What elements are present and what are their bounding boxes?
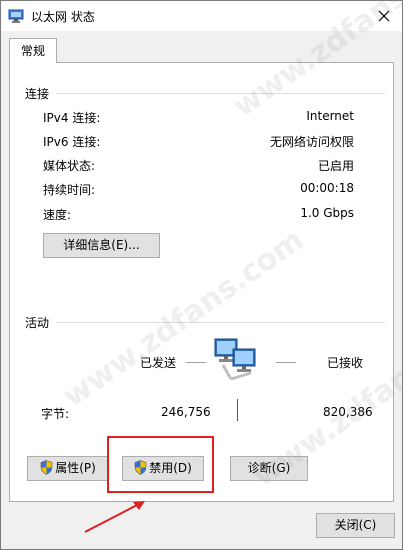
tab-general[interactable]: 常规 — [9, 38, 57, 63]
details-button[interactable]: 详细信息(E)... — [43, 233, 160, 258]
media-state-value: 已启用 — [317, 159, 354, 173]
activity-divider — [56, 322, 385, 323]
window-title: 以太网 状态 — [31, 10, 95, 24]
ipv6-value: 无网络访问权限 — [269, 135, 354, 149]
sent-line — [186, 362, 206, 363]
media-state-label: 媒体状态: — [43, 159, 96, 173]
uac-shield-icon — [40, 460, 53, 475]
uac-shield-icon — [134, 460, 147, 475]
diagnose-button[interactable]: 诊断(G) — [230, 456, 308, 481]
bytes-label: 字节: — [41, 407, 70, 421]
received-label: 已接收 — [327, 356, 364, 370]
general-panel: 连接 IPv4 连接: Internet IPv6 连接: 无网络访问权限 媒体… — [9, 62, 394, 502]
ipv6-label: IPv6 连接: — [43, 135, 101, 149]
received-line — [276, 362, 296, 363]
bytes-sent-value: 246,756 — [161, 405, 211, 419]
ipv4-value: Internet — [306, 109, 354, 123]
disable-button[interactable]: 禁用(D) — [122, 456, 204, 481]
ipv4-label: IPv4 连接: — [43, 111, 101, 125]
close-button[interactable]: 关闭(C) — [316, 513, 395, 538]
connection-heading: 连接 — [25, 87, 50, 101]
network-adapter-icon — [8, 9, 24, 23]
properties-button[interactable]: 属性(P) — [27, 456, 109, 481]
sent-label: 已发送 — [140, 356, 177, 370]
speed-value: 1.0 Gbps — [300, 206, 354, 220]
properties-button-label: 属性(P) — [55, 461, 96, 475]
speed-label: 速度: — [43, 208, 72, 222]
network-status-window: 以太网 状态 常规 连接 IPv4 连接: Internet IPv6 连接: … — [0, 0, 403, 550]
duration-label: 持续时间: — [43, 183, 96, 197]
close-icon[interactable] — [372, 4, 396, 28]
title-bar: 以太网 状态 — [1, 1, 402, 31]
bytes-divider — [237, 399, 238, 421]
red-arrow-annotation — [84, 501, 145, 533]
activity-heading: 活动 — [25, 316, 50, 330]
duration-value: 00:00:18 — [300, 181, 354, 195]
network-computers-icon — [214, 338, 256, 381]
disable-button-label: 禁用(D) — [149, 461, 192, 475]
bytes-received-value: 820,386 — [323, 405, 373, 419]
connection-divider — [56, 93, 385, 94]
